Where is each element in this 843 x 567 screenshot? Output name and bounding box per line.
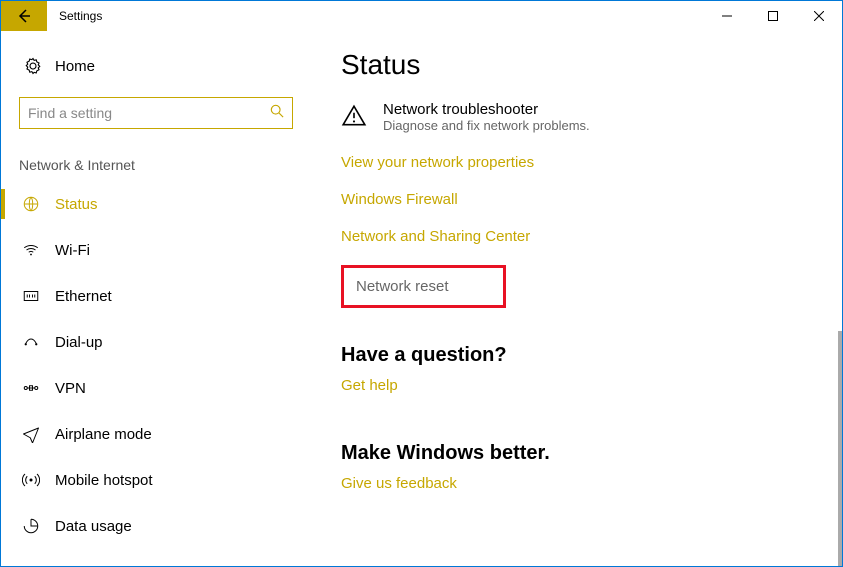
minimize-button[interactable] — [704, 1, 750, 31]
main-content: Status Network troubleshooter Diagnose a… — [311, 31, 842, 566]
troubleshooter-title: Network troubleshooter — [383, 101, 590, 118]
search-box[interactable] — [19, 97, 293, 129]
vpn-icon — [19, 379, 43, 397]
globe-icon — [19, 195, 43, 213]
sidebar-item-hotspot[interactable]: Mobile hotspot — [1, 457, 311, 503]
search-icon — [270, 104, 284, 123]
link-network-sharing[interactable]: Network and Sharing Center — [341, 228, 530, 245]
sidebar-item-status[interactable]: Status — [1, 181, 311, 227]
sidebar-item-label: Data usage — [43, 518, 132, 535]
link-get-help[interactable]: Get help — [341, 377, 398, 394]
wifi-icon — [19, 241, 43, 259]
network-reset-label: Network reset — [356, 278, 449, 295]
question-heading: Have a question? — [341, 344, 812, 367]
ethernet-icon — [19, 287, 43, 305]
warning-icon — [341, 103, 367, 134]
gear-icon — [21, 57, 45, 75]
link-feedback[interactable]: Give us feedback — [341, 475, 457, 492]
sidebar-item-label: Wi-Fi — [43, 242, 90, 259]
network-reset-link[interactable]: Network reset — [341, 265, 506, 308]
airplane-icon — [19, 425, 43, 443]
sidebar-item-label: VPN — [43, 380, 86, 397]
troubleshooter-sub: Diagnose and fix network problems. — [383, 118, 590, 133]
body: Home Network & Internet Status Wi-Fi — [1, 31, 842, 566]
sidebar-item-label: Mobile hotspot — [43, 472, 153, 489]
back-button[interactable] — [1, 1, 47, 31]
dialup-icon — [19, 333, 43, 351]
arrow-left-icon — [16, 8, 32, 24]
data-usage-icon — [19, 517, 43, 535]
close-button[interactable] — [796, 1, 842, 31]
sidebar-item-label: Ethernet — [43, 288, 112, 305]
maximize-button[interactable] — [750, 1, 796, 31]
sidebar-item-label: Airplane mode — [43, 426, 152, 443]
home-button[interactable]: Home — [1, 49, 311, 83]
sidebar-item-data[interactable]: Data usage — [1, 503, 311, 549]
minimize-icon — [722, 11, 732, 21]
sidebar-item-ethernet[interactable]: Ethernet — [1, 273, 311, 319]
sidebar-item-label: Status — [43, 196, 98, 213]
link-windows-firewall[interactable]: Windows Firewall — [341, 191, 458, 208]
close-icon — [814, 11, 824, 21]
titlebar: Settings — [1, 1, 842, 31]
sidebar: Home Network & Internet Status Wi-Fi — [1, 31, 311, 566]
better-heading: Make Windows better. — [341, 442, 812, 465]
settings-window: Settings Home — [0, 0, 843, 567]
search-input[interactable] — [28, 105, 270, 121]
sidebar-item-label: Dial-up — [43, 334, 103, 351]
home-label: Home — [45, 58, 95, 75]
sidebar-item-dialup[interactable]: Dial-up — [1, 319, 311, 365]
sidebar-item-wifi[interactable]: Wi-Fi — [1, 227, 311, 273]
window-controls — [704, 1, 842, 31]
maximize-icon — [768, 11, 778, 21]
page-title: Status — [341, 49, 812, 81]
window-title: Settings — [47, 9, 704, 23]
scrollbar[interactable] — [838, 331, 842, 566]
sidebar-item-airplane[interactable]: Airplane mode — [1, 411, 311, 457]
troubleshooter-row[interactable]: Network troubleshooter Diagnose and fix … — [341, 101, 812, 134]
category-header: Network & Internet — [1, 129, 311, 181]
hotspot-icon — [19, 471, 43, 489]
sidebar-item-vpn[interactable]: VPN — [1, 365, 311, 411]
link-view-properties[interactable]: View your network properties — [341, 154, 534, 171]
